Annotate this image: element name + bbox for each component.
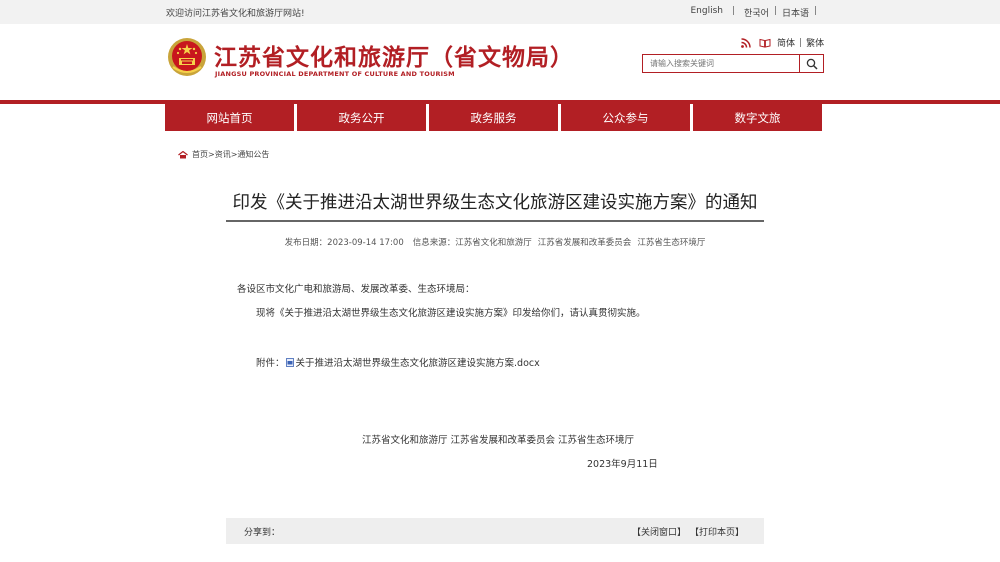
article-salutation: 各设区市文化广电和旅游局、发展改革委、生态环境局： (237, 284, 475, 295)
language-switcher: English | 한국어 | 日本语 | (691, 6, 823, 19)
nav-item-digital-tourism[interactable]: 数字文旅 (693, 104, 822, 131)
nav-item-home[interactable]: 网站首页 (165, 104, 294, 131)
search-icon (806, 58, 818, 70)
simplified-chinese-link[interactable]: 简体 (777, 36, 795, 49)
welcome-text: 欢迎访问江苏省文化和旅游厅网站! (166, 9, 305, 19)
rss-icon[interactable] (741, 37, 751, 48)
article-body-paragraph: 现将《关于推进沿太湖世界级生态文化旅游区建设实施方案》印发给你们，请认真贯彻实施… (256, 308, 646, 319)
divider: | (813, 6, 817, 16)
page-actions: 【关闭窗口】 【打印本页】 (628, 525, 744, 538)
home-icon (178, 150, 188, 158)
accessibility-reader-icon[interactable] (759, 38, 771, 48)
search-button[interactable] (799, 55, 823, 72)
print-page-button[interactable]: 【打印本页】 (690, 525, 744, 538)
attachment-download-link[interactable]: 关于推进沿太湖世界级生态文化旅游区建设实施方案.docx (296, 355, 540, 369)
source-culture-tourism: 江苏省文化和旅游厅 (455, 238, 532, 248)
signing-date: 2023年9月11日 (587, 459, 658, 470)
site-header: 江苏省文化和旅游厅（省文物局） JIANGSU PROVINCIAL DEPAR… (0, 24, 1000, 100)
source-development-reform: 江苏省发展和改革委员会 (537, 238, 632, 248)
top-bar: 欢迎访问江苏省文化和旅游厅网站! English | 한국어 | 日本语 | (0, 0, 1000, 24)
source-label: 信息来源： (412, 238, 456, 248)
breadcrumb-section-link[interactable]: 资讯 (215, 149, 231, 160)
main-nav: 网站首页 政务公开 政务服务 公众参与 数字文旅 (165, 104, 822, 131)
word-document-icon (285, 357, 294, 367)
breadcrumb-separator: > (208, 150, 215, 159)
national-emblem-icon (168, 38, 206, 76)
divider: | (773, 6, 777, 16)
lang-korean-link[interactable]: 한국어 (744, 6, 769, 19)
issuing-departments: 江苏省文化和旅游厅 江苏省发展和改革委员会 江苏省生态环境厅 (362, 435, 635, 446)
breadcrumb-separator: > (230, 150, 238, 159)
lang-japanese-link[interactable]: 日本语 (782, 6, 809, 19)
breadcrumb: 首页 > 资讯 > 通知公告 (178, 149, 269, 160)
site-title[interactable]: 江苏省文化和旅游厅（省文物局） (214, 38, 574, 72)
article-title: 印发《关于推进沿太湖世界级生态文化旅游区建设实施方案》的通知 (232, 193, 758, 213)
nav-item-government-affairs[interactable]: 政务公开 (297, 104, 426, 131)
article-meta: 发布日期：2023-09-14 17:00 信息来源：江苏省文化和旅游厅 江苏省发展… (226, 236, 764, 248)
divider: | (799, 37, 803, 48)
header-tools: 简体 | 繁体 (741, 36, 824, 49)
close-window-button[interactable]: 【关闭窗口】 (632, 525, 686, 538)
nav-item-government-services[interactable]: 政务服务 (429, 104, 558, 131)
attachment-label: 附件： (256, 358, 285, 369)
source-ecology-environment: 江苏省生态环境厅 (637, 238, 706, 248)
traditional-chinese-link[interactable]: 繁体 (806, 36, 824, 49)
attachment-line: 附件： 关于推进沿太湖世界级生态文化旅游区建设实施方案.docx (256, 355, 540, 369)
breadcrumb-home-link[interactable]: 首页 (192, 149, 208, 160)
site-subtitle: JIANGSU PROVINCIAL DEPARTMENT OF CULTURE… (215, 70, 455, 78)
divider: | (732, 6, 736, 16)
search-box (642, 54, 824, 73)
lang-english-link[interactable]: English (691, 6, 724, 19)
publish-date: 发布日期：2023-09-14 17:00 (284, 238, 404, 248)
share-bar: 分享到： 【关闭窗口】 【打印本页】 (226, 518, 764, 544)
share-label: 分享到： (244, 528, 281, 538)
nav-item-public-participation[interactable]: 公众参与 (561, 104, 690, 131)
title-divider (226, 220, 764, 222)
breadcrumb-current-link[interactable]: 通知公告 (237, 149, 269, 160)
search-input[interactable] (643, 55, 801, 72)
